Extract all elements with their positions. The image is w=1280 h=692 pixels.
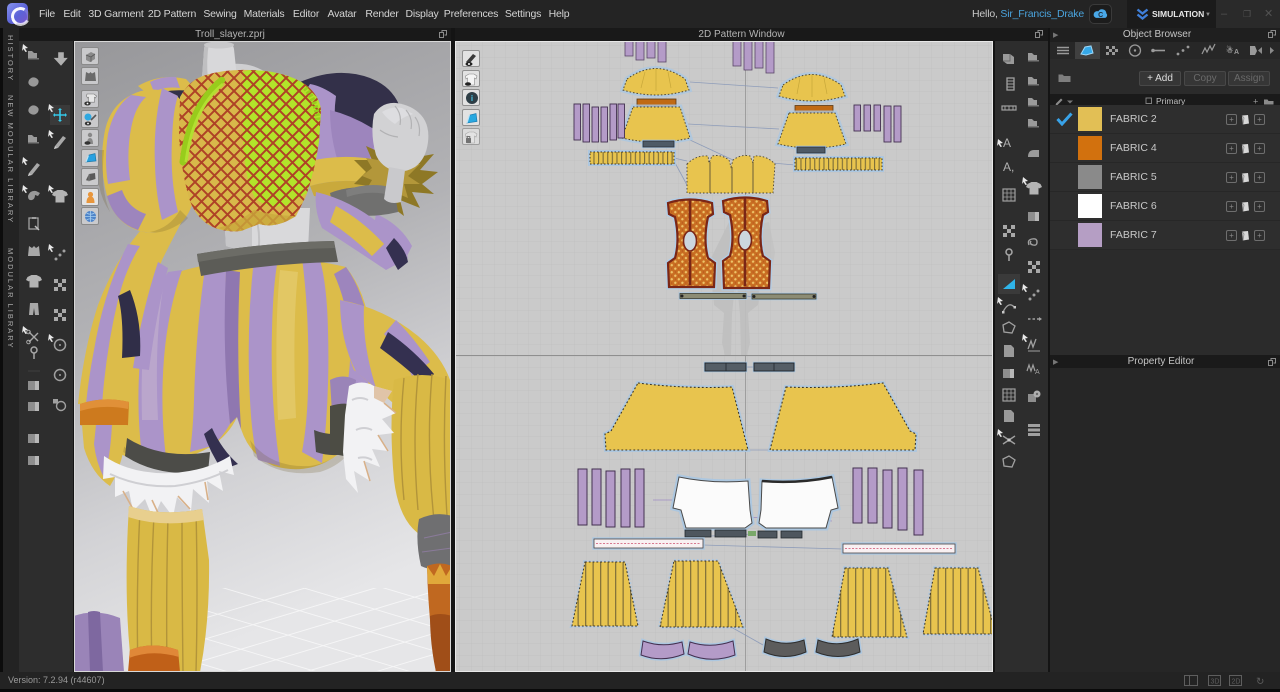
svg-text:↻: ↻ <box>1256 677 1264 688</box>
svg-text:C: C <box>1098 12 1103 19</box>
svg-text:3D: 3D <box>1211 679 1220 686</box>
svg-text:A: A <box>1234 49 1239 56</box>
svg-text:☃: ☃ <box>1226 45 1233 55</box>
svg-text:A: A <box>1003 136 1011 150</box>
svg-text:i: i <box>471 94 473 103</box>
svg-text:2D: 2D <box>1232 679 1241 686</box>
svg-text:A,: A, <box>1003 160 1014 174</box>
